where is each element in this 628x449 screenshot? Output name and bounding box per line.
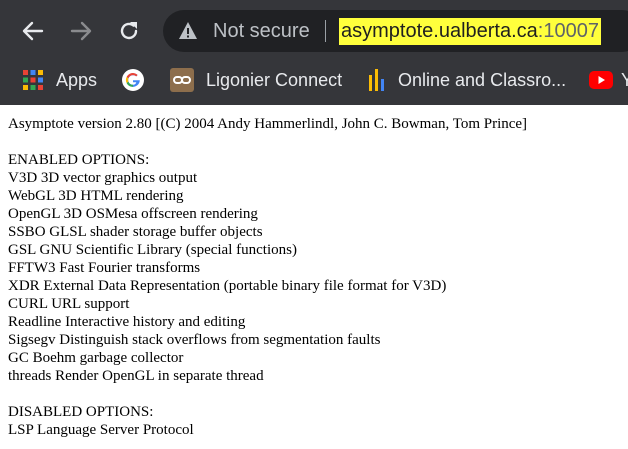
address-bar[interactable]: Not secure asymptote.ualberta.ca:10007 — [163, 10, 628, 52]
bookmark-ligonier[interactable]: Ligonier Connect — [170, 66, 342, 94]
omnibox-divider — [325, 20, 326, 42]
enabled-option: V3D 3D vector graphics output — [8, 170, 198, 186]
enabled-options-heading: ENABLED OPTIONS: — [8, 152, 150, 168]
url-host: asymptote.ualberta.ca — [341, 20, 538, 42]
forward-button[interactable] — [66, 16, 96, 46]
bookmark-bars-icon — [369, 69, 384, 91]
browser-chrome: Not secure asymptote.ualberta.ca:10007 A… — [0, 0, 628, 105]
enabled-option: XDR External Data Representation (portab… — [8, 278, 447, 294]
url-port: :10007 — [537, 20, 599, 42]
browser-toolbar: Not secure asymptote.ualberta.ca:10007 — [0, 0, 628, 60]
enabled-option: SSBO GLSL shader storage buffer objects — [8, 224, 263, 240]
enabled-option: Sigsegv Distinguish stack overflows from… — [8, 332, 381, 348]
bookmark-google[interactable] — [121, 66, 145, 94]
url-text[interactable]: asymptote.ualberta.ca:10007 — [339, 18, 601, 45]
enabled-option: Readline Interactive history and editing — [8, 314, 246, 330]
disabled-option: LSP Language Server Protocol — [8, 422, 194, 438]
disabled-options-heading: DISABLED OPTIONS: — [8, 404, 154, 420]
apps-grid-icon — [23, 70, 43, 90]
enabled-option: threads Render OpenGL in separate thread — [8, 368, 264, 384]
back-button[interactable] — [18, 16, 48, 46]
reload-button[interactable] — [114, 16, 144, 46]
ligonier-icon — [170, 68, 194, 92]
version-line: Asymptote version 2.80 [(C) 2004 Andy Ha… — [8, 116, 528, 132]
bookmark-online-classroom[interactable]: Online and Classro... — [368, 66, 566, 94]
forward-arrow-icon — [70, 21, 92, 41]
bookmarks-bar: Apps Ligonier Connect Online and Classro… — [0, 60, 628, 100]
google-icon — [122, 69, 144, 91]
reload-icon — [120, 22, 138, 40]
enabled-option: CURL URL support — [8, 296, 130, 312]
bookmark-youtube[interactable]: Y — [589, 66, 628, 94]
warning-triangle-icon — [179, 22, 197, 39]
enabled-option: FFTW3 Fast Fourier transforms — [8, 260, 201, 276]
enabled-option: GC Boehm garbage collector — [8, 350, 184, 366]
bookmark-label: Online and Classro... — [398, 69, 567, 90]
enabled-option: GSL GNU Scientific Library (special func… — [8, 242, 297, 258]
bookmark-label: Apps — [56, 69, 98, 90]
bookmark-apps[interactable]: Apps — [22, 66, 97, 94]
bookmark-label: Y — [621, 69, 628, 90]
youtube-icon — [589, 71, 613, 89]
back-arrow-icon — [22, 21, 44, 41]
not-secure-label[interactable]: Not secure — [213, 20, 310, 43]
page-content: Asymptote version 2.80 [(C) 2004 Andy Ha… — [8, 115, 620, 439]
bookmark-label: Ligonier Connect — [206, 69, 343, 90]
enabled-option: WebGL 3D HTML rendering — [8, 188, 184, 204]
enabled-option: OpenGL 3D OSMesa offscreen rendering — [8, 206, 258, 222]
